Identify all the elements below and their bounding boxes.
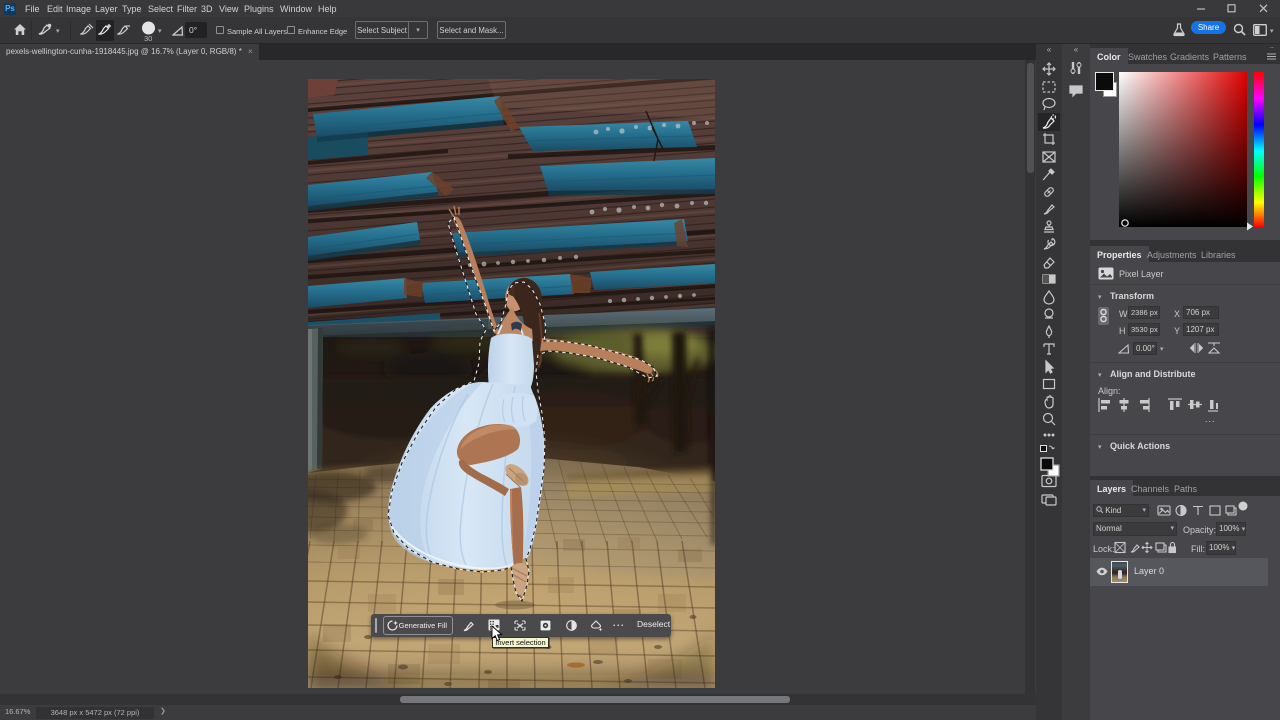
svg-text:«: « <box>1047 45 1052 54</box>
svg-text:«: « <box>1074 45 1079 54</box>
